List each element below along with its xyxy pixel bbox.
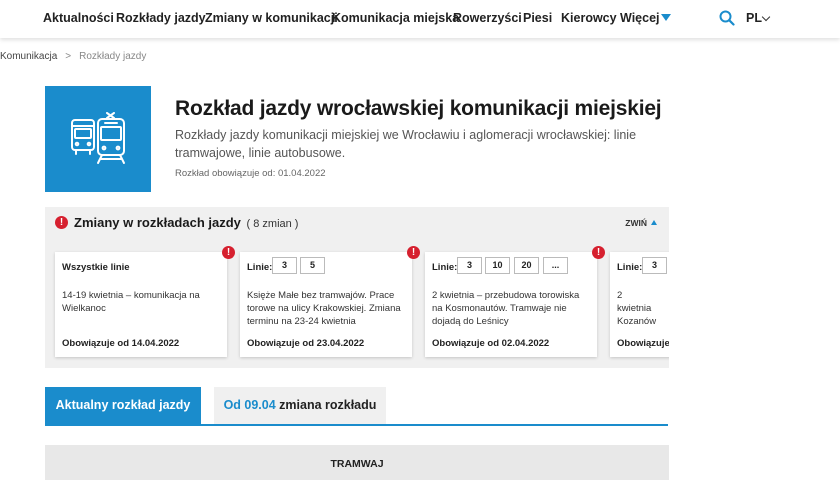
breadcrumb-parent[interactable]: Komunikacja (0, 51, 57, 62)
page-title: Rozkład jazdy wrocławskiej komunikacji m… (175, 97, 662, 120)
tab-current-schedule[interactable]: Aktualny rozkład jazdy (45, 387, 201, 424)
top-navigation: Aktualności Rozkłady jazdy Zmiany w komu… (0, 0, 840, 38)
nav-item-rozklady[interactable]: Rozkłady jazdy (116, 11, 206, 25)
schedule-changes-panel: ! Zmiany w rozkładach jazdy ( 8 zmian ) … (45, 207, 669, 368)
changes-count: ( 8 zmian ) (246, 218, 299, 230)
change-card[interactable]: Linie: 3 2 kwietnia Kozanów Obowiązuje (610, 252, 669, 357)
breadcrumb-separator: > (65, 51, 72, 62)
lines-label: Linie: (617, 262, 643, 273)
change-valid-from: Obowiązuje (617, 338, 669, 349)
nav-item-rowerzysci[interactable]: Rowerzyści (453, 11, 522, 25)
nav-item-zmiany[interactable]: Zmiany w komunikacji (205, 11, 338, 25)
alert-icon: ! (407, 246, 420, 259)
tram-section-header[interactable]: TRAMWAJ (45, 445, 669, 480)
language-chevron-icon[interactable] (761, 12, 771, 22)
change-valid-from: Obowiązuje od 23.04.2022 (247, 338, 365, 349)
alert-icon: ! (55, 216, 68, 229)
tab-schedule-change[interactable]: Od 09.04 zmiana rozkładu (214, 387, 386, 424)
change-description: 2 kwietnia – przebudowa torowiska na Kos… (432, 290, 580, 327)
changes-title-text: Zmiany w rozkładach jazdy (74, 215, 241, 230)
schedule-valid-from: Rozkład obowiązuje od: 01.04.2022 (175, 168, 326, 179)
all-lines-label: Wszystkie linie (62, 262, 130, 273)
breadcrumb-current: Rozkłady jazdy (79, 51, 147, 62)
alert-icon: ! (592, 246, 605, 259)
tab-underline (45, 424, 668, 426)
nav-item-kierowcy[interactable]: Kierowcy (561, 11, 617, 25)
nav-item-wiecej[interactable]: Więcej (620, 11, 660, 25)
alert-icon: ! (222, 246, 235, 259)
change-valid-from: Obowiązuje od 14.04.2022 (62, 338, 180, 349)
section-label: TRAMWAJ (330, 458, 384, 470)
change-card[interactable]: ! Linie: 3 10 20 ... 2 kwietnia – przebu… (425, 246, 605, 357)
line-number-badge[interactable]: 20 (514, 257, 539, 274)
change-card[interactable]: ! Linie: 3 5 Księże Małe bez tramwajów. … (240, 246, 420, 357)
line-number-badge[interactable]: 3 (457, 257, 482, 274)
nav-item-komunikacja[interactable]: Komunikacja miejska (332, 11, 459, 25)
nav-item-piesi[interactable]: Piesi (523, 11, 552, 25)
language-selector[interactable]: PL (746, 11, 762, 25)
change-valid-from: Obowiązuje od 02.04.2022 (432, 338, 550, 349)
search-icon[interactable] (719, 10, 735, 26)
chevron-down-icon[interactable] (661, 14, 671, 21)
tab-change-label: zmiana rozkładu (275, 398, 377, 412)
collapse-label: ZWIŃ (625, 218, 647, 228)
change-description: Księże Małe bez tramwajów. Prace torowe … (247, 290, 401, 327)
line-number-badge[interactable]: 3 (272, 257, 297, 274)
lines-label: Linie: (432, 262, 458, 273)
page-description: Rozkłady jazdy komunikacji miejskiej we … (175, 128, 637, 160)
change-description: 2 kwietnia Kozanów (617, 290, 657, 327)
changes-title: Zmiany w rozkładach jazdy ( 8 zmian ) (74, 215, 298, 230)
change-description: 14-19 kwietnia – komunikacja na Wielkano… (62, 290, 200, 314)
lines-label: Linie: (247, 262, 273, 273)
tab-change-date: Od 09.04 (223, 398, 276, 412)
collapse-button[interactable]: ZWIŃ (625, 218, 657, 228)
nav-item-aktualnosci[interactable]: Aktualności (43, 11, 114, 25)
change-card[interactable]: ! Wszystkie linie 14-19 kwietnia – komun… (55, 246, 235, 357)
line-number-badge[interactable]: 3 (642, 257, 667, 274)
line-number-badge[interactable]: ... (543, 257, 568, 274)
line-number-badge[interactable]: 10 (485, 257, 510, 274)
breadcrumb: Komunikacja > Rozkłady jazdy (0, 51, 146, 62)
line-number-badge[interactable]: 5 (300, 257, 325, 274)
chevron-up-icon (651, 220, 657, 225)
tram-bus-icon (45, 86, 151, 192)
